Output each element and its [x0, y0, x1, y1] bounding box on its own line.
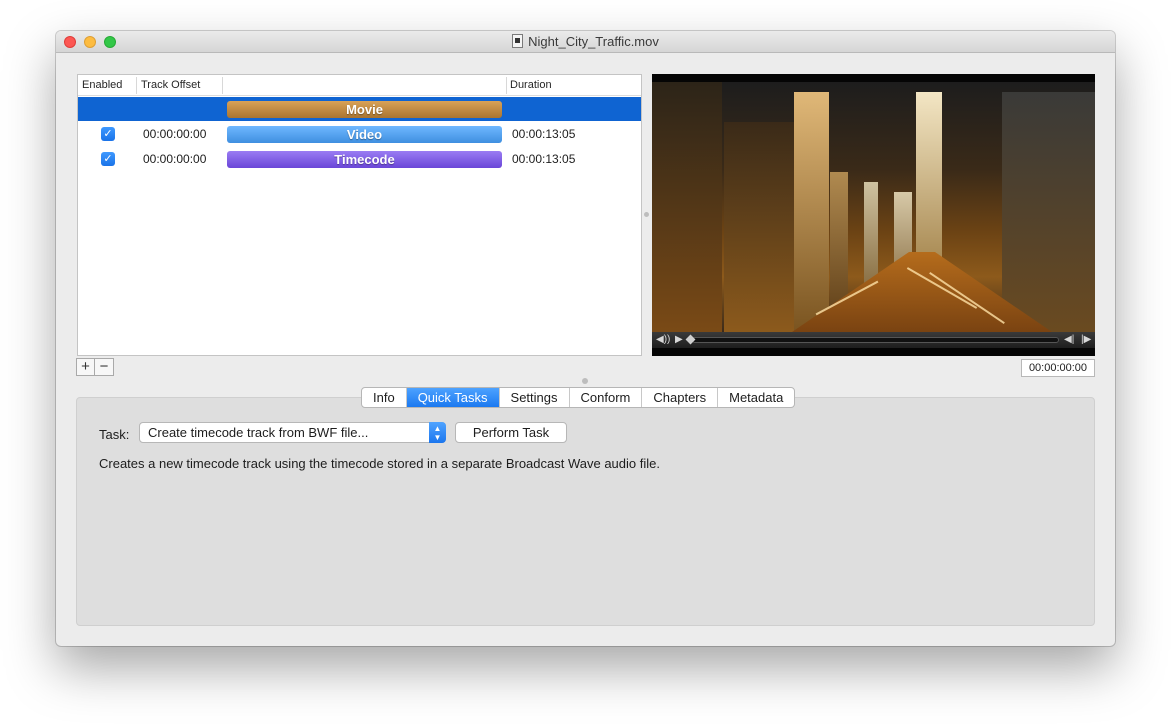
building-shape [794, 92, 829, 332]
play-icon[interactable]: ▶ [675, 332, 683, 348]
video-player[interactable]: ◀)) ▶ ◀| |▶ [652, 74, 1095, 356]
add-remove-controls: + − [76, 358, 114, 376]
table-row-timecode[interactable]: ✓ 00:00:00:00 Timecode 00:00:13:05 [78, 147, 641, 171]
track-name-pill: Video [227, 126, 502, 143]
step-back-icon[interactable]: ◀| [1064, 332, 1074, 348]
vertical-split-handle[interactable] [644, 212, 649, 217]
building-shape [724, 122, 794, 332]
tab-conform[interactable]: Conform [568, 388, 642, 407]
building-shape [1002, 92, 1095, 332]
track-enabled-checkbox[interactable]: ✓ [101, 152, 115, 166]
volume-icon[interactable]: ◀)) [656, 332, 670, 348]
perform-task-button[interactable]: Perform Task [455, 422, 567, 443]
track-offset: 00:00:00:00 [143, 127, 207, 141]
tab-info[interactable]: Info [362, 388, 406, 407]
track-enabled-checkbox[interactable]: ✓ [101, 127, 115, 141]
step-forward-icon[interactable]: |▶ [1081, 332, 1091, 348]
title-bar: Night_City_Traffic.mov [56, 31, 1115, 53]
horizontal-split-handle[interactable] [582, 378, 588, 384]
window-title: Night_City_Traffic.mov [528, 34, 659, 49]
task-description: Creates a new timecode track using the t… [99, 456, 660, 471]
track-offset: 00:00:00:00 [143, 152, 207, 166]
window-title-wrap: Night_City_Traffic.mov [56, 34, 1115, 49]
building-shape [652, 82, 722, 332]
task-select[interactable]: Create timecode track from BWF file... ▲… [139, 422, 446, 443]
column-header-duration[interactable]: Duration [510, 79, 552, 91]
remove-track-button[interactable]: − [95, 358, 114, 376]
scrub-bar[interactable] [692, 337, 1059, 343]
track-duration: 00:00:13:05 [512, 152, 576, 166]
column-divider [136, 77, 137, 94]
column-divider [506, 77, 507, 94]
tab-quick-tasks[interactable]: Quick Tasks [405, 388, 499, 407]
table-row-movie[interactable]: Movie [78, 97, 641, 121]
tracks-table[interactable]: Enabled Track Offset Duration Movie ✓ 00… [77, 74, 642, 356]
timecode-field[interactable]: 00:00:00:00 [1021, 359, 1095, 377]
tab-settings[interactable]: Settings [498, 388, 569, 407]
track-name-pill: Timecode [227, 151, 502, 168]
player-controls: ◀)) ▶ ◀| |▶ [652, 332, 1095, 348]
track-duration: 00:00:13:05 [512, 127, 576, 141]
video-frame [652, 82, 1095, 332]
inspector-tabs: Info Quick Tasks Settings Conform Chapte… [361, 387, 796, 408]
add-track-button[interactable]: + [76, 358, 95, 376]
task-label: Task: [99, 427, 130, 442]
column-divider [222, 77, 223, 94]
chevron-up-down-icon: ▲ ▼ [429, 422, 446, 443]
task-select-value: Create timecode track from BWF file... [148, 425, 369, 440]
table-header: Enabled Track Offset Duration [78, 75, 641, 96]
tab-metadata[interactable]: Metadata [717, 388, 794, 407]
column-header-track-offset[interactable]: Track Offset [141, 79, 200, 91]
main-window: Night_City_Traffic.mov Enabled Track Off… [56, 31, 1115, 646]
table-row-video[interactable]: ✓ 00:00:00:00 Video 00:00:13:05 [78, 122, 641, 146]
movie-document-icon [512, 34, 524, 48]
column-header-enabled[interactable]: Enabled [82, 79, 122, 91]
track-name-pill: Movie [227, 101, 502, 118]
quick-tasks-panel: Task: Create timecode track from BWF fil… [76, 397, 1095, 626]
tab-chapters[interactable]: Chapters [641, 388, 717, 407]
